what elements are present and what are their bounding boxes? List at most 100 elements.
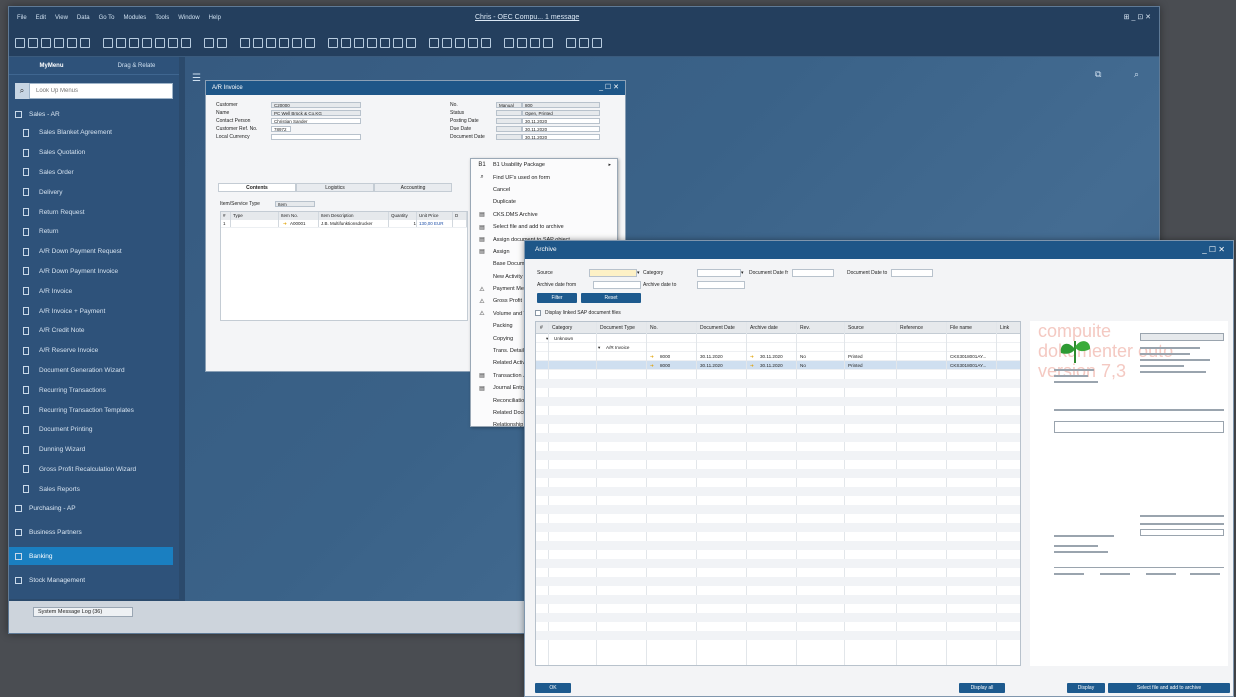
group-row-ar-invoice[interactable]: ▾ A/R Invoice: [536, 343, 1020, 352]
toolbar-button[interactable]: [429, 37, 439, 48]
sidebar-item[interactable]: A/R Invoice + Payment: [9, 301, 179, 321]
toolbar-button[interactable]: [305, 37, 315, 48]
sidebar-item[interactable]: Return: [9, 222, 179, 242]
display-button[interactable]: Display: [1067, 683, 1105, 693]
field-value[interactable]: Open, Printed: [522, 109, 600, 116]
menu-item[interactable]: Duplicate: [471, 196, 617, 208]
module-banking[interactable]: Banking: [9, 547, 173, 566]
chevron-down-icon[interactable]: ▾: [741, 270, 744, 276]
table-row[interactable]: ➔ 8000 30.11.2020 ➔ 30.11.2020 No Printe…: [536, 352, 1020, 361]
link-arrow-icon[interactable]: ➔: [650, 363, 654, 369]
field-value[interactable]: PC Well Brück & Co.KG: [271, 109, 361, 116]
search-input[interactable]: [29, 83, 173, 99]
toolbar-button[interactable]: [481, 37, 491, 48]
table-row-selected[interactable]: ➔ 8000 30.11.2020 ➔ 30.11.2020 No Printe…: [536, 361, 1020, 370]
module-stock[interactable]: Stock Management: [9, 571, 179, 589]
toolbar-button[interactable]: [15, 37, 25, 48]
sidebar-item[interactable]: A/R Invoice: [9, 281, 179, 301]
toolbar-button[interactable]: [116, 37, 126, 48]
cell[interactable]: [231, 220, 279, 227]
toolbar-button[interactable]: [204, 37, 214, 48]
cell[interactable]: J.B. Multifunktionsdrucker: [319, 220, 389, 227]
item-service-select[interactable]: Item: [275, 200, 315, 207]
doc-date-from-input[interactable]: [792, 269, 835, 277]
field-value[interactable]: C20000: [271, 101, 361, 108]
menu-goto[interactable]: Go To: [99, 15, 115, 21]
toolbar-button[interactable]: [530, 37, 540, 48]
field-value[interactable]: 30.11.2020: [522, 117, 600, 124]
link-arrow-icon[interactable]: ➔: [750, 363, 754, 369]
toolbar-button[interactable]: [103, 37, 113, 48]
module-purchasing[interactable]: Purchasing - AP: [9, 499, 179, 517]
ar-invoice-titlebar[interactable]: A/R Invoice _ ☐ ✕: [206, 81, 625, 95]
tab-accounting[interactable]: Accounting: [374, 183, 452, 192]
sidebar-item[interactable]: Document Generation Wizard: [9, 361, 179, 381]
sidebar-item[interactable]: Recurring Transactions: [9, 380, 179, 400]
menu-view[interactable]: View: [55, 15, 68, 21]
sidebar-item[interactable]: Sales Quotation: [9, 143, 179, 163]
toolbar-button[interactable]: [442, 37, 452, 48]
toolbar-button[interactable]: [28, 37, 38, 48]
field-value[interactable]: Manual: [496, 101, 522, 108]
module-sales[interactable]: Sales - AR: [9, 105, 179, 123]
hamburger-icon[interactable]: ☰: [192, 73, 201, 84]
table-row[interactable]: 1 ➔ A00001 J.B. Multifunktionsdrucker 1 …: [221, 220, 467, 228]
toolbar-button[interactable]: [406, 37, 416, 48]
field-value[interactable]: [271, 133, 361, 140]
toolbar-button[interactable]: [393, 37, 403, 48]
sidebar-item[interactable]: Sales Reports: [9, 479, 179, 499]
field-value[interactable]: [496, 125, 522, 132]
archive-date-to-input[interactable]: [697, 281, 745, 289]
field-value[interactable]: 78972: [271, 125, 291, 132]
tab-mymenu[interactable]: MyMenu: [9, 63, 94, 69]
menu-window[interactable]: Window: [178, 15, 199, 21]
window-controls[interactable]: _ ☐ ✕: [1202, 241, 1225, 259]
search-icon[interactable]: ⌕: [15, 83, 29, 99]
toolbar-button[interactable]: [253, 37, 263, 48]
toolbar-button[interactable]: [328, 37, 338, 48]
toolbar-button[interactable]: [41, 37, 51, 48]
sidebar-item[interactable]: Recurring Transaction Templates: [9, 400, 179, 420]
toolbar-button[interactable]: [341, 37, 351, 48]
field-value[interactable]: 800: [522, 101, 600, 108]
cell[interactable]: 130,00 EUR: [417, 220, 453, 227]
sidebar-item[interactable]: A/R Credit Note: [9, 321, 179, 341]
toolbar-button[interactable]: [354, 37, 364, 48]
field-value[interactable]: Christian Sander: [271, 117, 361, 124]
toolbar-button[interactable]: [54, 37, 64, 48]
link-arrow-icon[interactable]: ➔: [281, 221, 287, 226]
system-message-log-tab[interactable]: System Message Log (36): [33, 607, 133, 617]
reset-button[interactable]: Reset: [581, 293, 641, 303]
toolbar-button[interactable]: [155, 37, 165, 48]
toolbar-button[interactable]: [217, 37, 227, 48]
expand-icon[interactable]: ▾: [598, 345, 600, 351]
cell[interactable]: ➔ A00001: [279, 220, 319, 227]
tab-contents[interactable]: Contents: [218, 183, 296, 192]
field-value[interactable]: [496, 109, 522, 116]
toolbar-button[interactable]: [292, 37, 302, 48]
toolbar-button[interactable]: [517, 37, 527, 48]
select-file-add-archive-button[interactable]: Select file and add to archive: [1108, 683, 1230, 693]
cell[interactable]: [453, 220, 467, 227]
toolbar-button[interactable]: [380, 37, 390, 48]
cell[interactable]: 1: [389, 220, 417, 227]
toolbar-button[interactable]: [168, 37, 178, 48]
toolbar-button[interactable]: [80, 37, 90, 48]
filter-button[interactable]: Filter: [537, 293, 577, 303]
toolbar-button[interactable]: [579, 37, 589, 48]
tab-drag-relate[interactable]: Drag & Relate: [94, 63, 179, 69]
group-row-unknown[interactable]: ▾ Unknown: [536, 334, 1020, 343]
sidebar-item[interactable]: Delivery: [9, 182, 179, 202]
menu-item[interactable]: Cancel: [471, 184, 617, 196]
sidebar-item[interactable]: Return Request: [9, 202, 179, 222]
menu-file[interactable]: File: [17, 15, 27, 21]
archive-titlebar[interactable]: Archive _ ☐ ✕: [525, 241, 1233, 259]
menu-help[interactable]: Help: [209, 15, 221, 21]
sidebar-item[interactable]: Sales Blanket Agreement: [9, 123, 179, 143]
display-all-button[interactable]: Display all: [959, 683, 1005, 693]
cockpit-icon[interactable]: ⧉: [1095, 69, 1101, 79]
field-value[interactable]: 30.11.2020: [522, 125, 600, 132]
ok-button[interactable]: OK: [535, 683, 571, 693]
menu-item[interactable]: ▤ Select file and add to archive: [471, 221, 617, 233]
toolbar-button[interactable]: [367, 37, 377, 48]
